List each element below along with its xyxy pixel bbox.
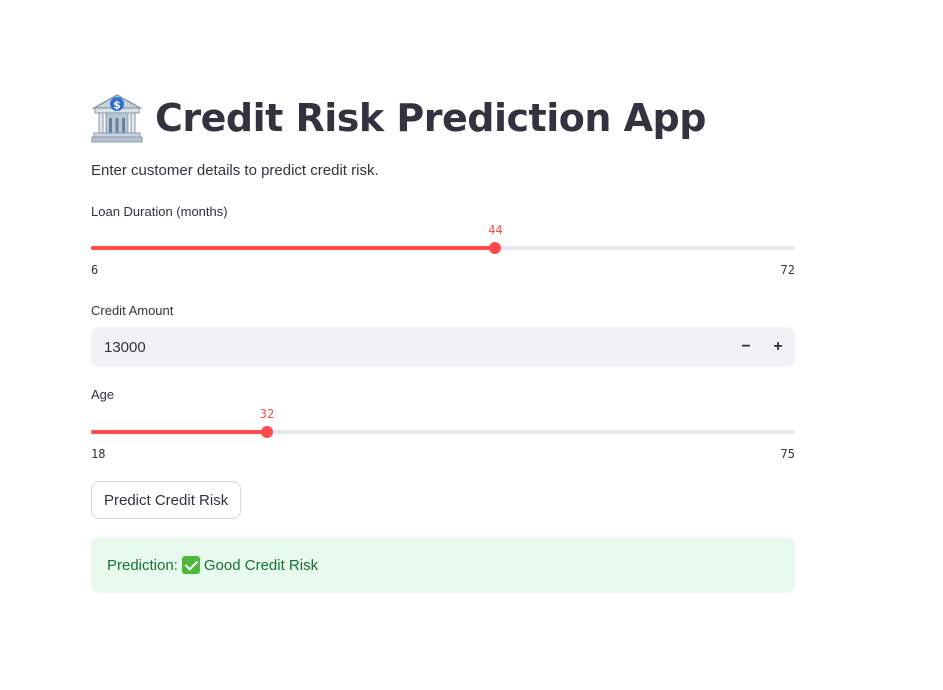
age-label: Age (91, 387, 115, 402)
decrement-button[interactable]: − (730, 327, 762, 367)
loan-duration-slider[interactable]: 44 6 72 (91, 223, 795, 306)
credit-amount-value[interactable]: 13000 (91, 339, 730, 356)
bank-icon: $ (91, 94, 143, 143)
check-icon (181, 556, 200, 574)
prediction-result-alert: Prediction: Good Credit Risk (91, 537, 795, 593)
slider-thumb[interactable] (260, 426, 273, 438)
slider-fill (91, 430, 267, 434)
page-title: $ Credit Risk Prediction App (91, 92, 706, 144)
slider-thumb[interactable] (489, 242, 502, 254)
slider-max-label: 72 (780, 263, 795, 277)
prediction-text: Good Credit Risk (203, 556, 319, 574)
slider-min-label: 6 (91, 263, 99, 277)
slider-max-label: 75 (780, 447, 795, 461)
credit-amount-label: Credit Amount (91, 303, 174, 318)
prediction-prefix: Prediction: (107, 556, 178, 574)
loan-duration-label: Loan Duration (months) (91, 204, 228, 219)
predict-credit-risk-button[interactable]: Predict Credit Risk (91, 481, 242, 519)
slider-current-value: 44 (488, 223, 503, 237)
page-subtitle: Enter customer details to predict credit… (91, 162, 379, 179)
svg-text:$: $ (113, 99, 121, 112)
slider-current-value: 32 (259, 407, 275, 421)
slider-fill (91, 246, 496, 250)
increment-button[interactable]: + (762, 327, 794, 367)
credit-amount-input[interactable]: 13000 − + (91, 327, 795, 367)
slider-min-label: 18 (91, 447, 106, 461)
page-title-text: Credit Risk Prediction App (155, 96, 706, 140)
